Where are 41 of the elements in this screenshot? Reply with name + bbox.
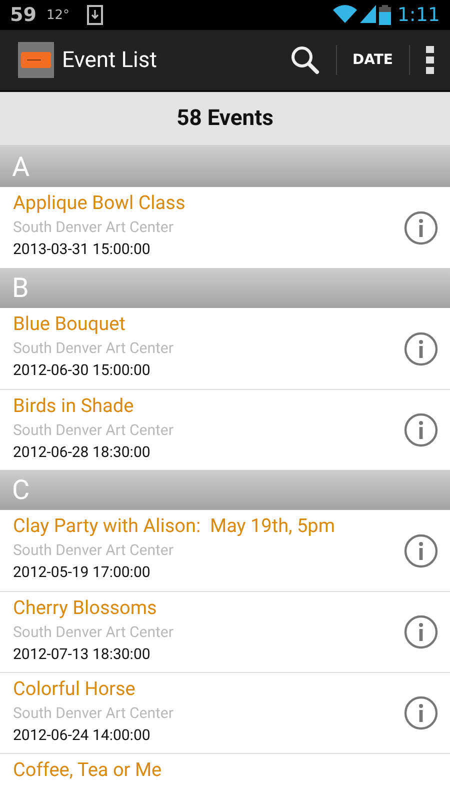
signal-icon: [360, 5, 376, 23]
battery-icon: [379, 5, 392, 25]
event-location: South Denver Art Center: [13, 623, 174, 641]
event-datetime: 2012-06-24 14:00:00: [13, 726, 152, 744]
event-title[interactable]: Colorful Horse: [13, 678, 404, 700]
section-header: C: [0, 470, 450, 510]
temperature: 12°: [46, 8, 70, 22]
event-location: South Denver Art Center: [13, 704, 174, 722]
info-icon[interactable]: [404, 413, 438, 447]
info-icon[interactable]: [404, 696, 438, 730]
event-datetime: 2012-06-28 18:30:00: [13, 443, 152, 461]
event-title[interactable]: Birds in Shade: [13, 395, 404, 417]
event-datetime: 2012-05-19 17:00:00: [13, 563, 152, 581]
event-datetime: 2013-03-31 15:00:00: [13, 240, 152, 258]
app-title: Event List: [62, 48, 158, 72]
event-count-header: 58 Events: [0, 92, 450, 147]
event-title[interactable]: Blue Bouquet: [13, 313, 404, 335]
menu-icon: [426, 46, 434, 74]
section-header: B: [0, 268, 450, 308]
ticket-icon: [18, 42, 54, 78]
event-location: South Denver Art Center: [13, 421, 174, 439]
wifi-icon: [333, 5, 358, 23]
event-location: South Denver Art Center: [13, 541, 174, 559]
sort-date-button[interactable]: DATE: [336, 29, 409, 91]
notification-count: 59: [10, 4, 36, 26]
event-title[interactable]: Applique Bowl Class: [13, 192, 404, 214]
event-title[interactable]: Coffee, Tea or Me: [13, 759, 438, 781]
event-location: South Denver Art Center: [13, 218, 174, 236]
search-icon: [290, 45, 320, 75]
info-icon[interactable]: [404, 615, 438, 649]
info-icon[interactable]: [404, 332, 438, 366]
event-title[interactable]: Clay Party with Alison: May 19th, 5pm: [13, 515, 404, 537]
event-title[interactable]: Cherry Blossoms: [13, 597, 404, 619]
info-icon[interactable]: [404, 210, 438, 244]
event-datetime: 2012-07-13 18:30:00: [13, 645, 152, 663]
event-location: South Denver Art Center: [13, 339, 174, 357]
info-icon[interactable]: [404, 534, 438, 568]
download-icon: [86, 5, 102, 25]
clock: 1:11: [397, 4, 440, 26]
event-datetime: 2012-06-30 15:00:00: [13, 361, 152, 379]
section-header: A: [0, 147, 450, 187]
